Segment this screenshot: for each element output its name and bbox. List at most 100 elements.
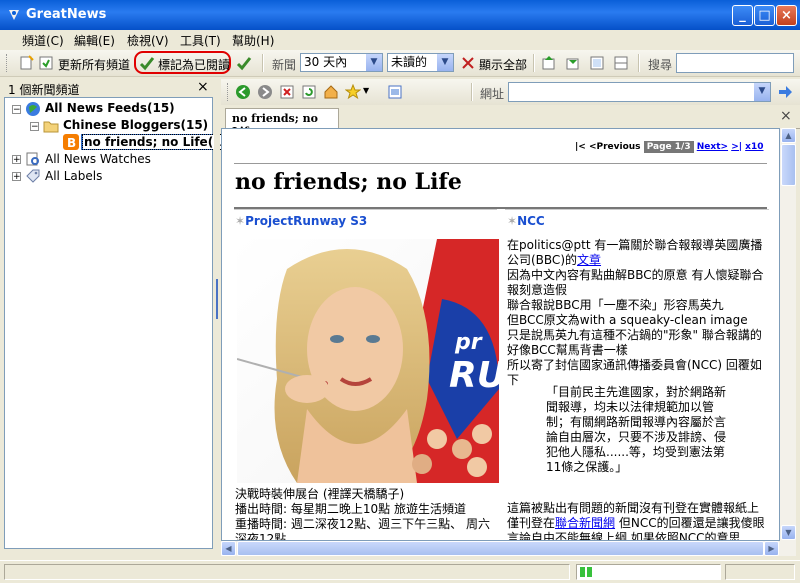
next-item-icon[interactable] [565,55,581,71]
udn-link[interactable]: 聯合新聞網 [555,516,615,530]
pager: |< <Previous Page 1/3 Next> >| x10 [575,141,764,153]
article-link[interactable]: 文章 [577,253,601,267]
toolbar-separator [638,54,640,72]
tree-item-all-feeds[interactable]: All News Feeds(15) [45,101,175,115]
panel-splitter[interactable] [214,79,220,549]
browser-tabs: no friends; no Life × [221,106,800,138]
svg-text:RU: RU [449,355,499,396]
expand-icon[interactable]: + [12,155,21,165]
news-label: 新聞 [272,58,297,72]
new-feed-icon[interactable] [18,55,34,71]
pager-next[interactable]: Next> [697,142,728,152]
feeds-tree: − All News Feeds(15) − Chinese Bloggers(… [4,97,238,549]
divider [505,209,769,210]
close-button[interactable]: × [776,5,797,26]
home-icon[interactable] [323,84,339,100]
right-column-heading: ✶NCC [507,214,545,228]
feeds-panel-header: 1 個新聞頻道 × [4,79,213,98]
menu-help[interactable]: 幫助(H) [232,32,274,49]
scroll-down-icon[interactable]: ▼ [781,525,796,540]
paragraph-line: 但BCC原文為with a squeaky-clean image [507,313,748,327]
star-icon[interactable] [345,84,361,100]
article-view: |< <Previous Page 1/3 Next> >| x10 no fr… [221,128,780,541]
paragraph: 在politics@ptt 有一篇關於聯合報報導英國廣播公司(BBC)的文章 [507,238,769,268]
feed-count: 1 個新聞頻道 [8,83,80,97]
right-heading-text: NCC [517,214,545,228]
paragraph-line: 只是說馬英九有這種不沾鍋的"形象" 聯合報講的好像BCC幫馬背書一樣 [507,328,762,357]
toolbar-grip [6,54,10,72]
status-value: 未讀的 [391,55,428,69]
caption-line: 播出時間: 每星期二晚上10點 旅遊生活頻道 [235,502,466,516]
close-icon[interactable]: × [197,79,209,95]
mark-read-button[interactable]: 標記為已閱讀 [158,56,230,73]
address-input[interactable]: ▼ [508,82,771,102]
mark-all-read-icon[interactable] [236,55,252,71]
show-all-button[interactable]: 顯示全部 [479,56,527,73]
menu-channel[interactable]: 頻道(C) [22,32,64,49]
page-icon[interactable] [387,84,403,100]
tree-item-chinese-bloggers[interactable]: Chinese Bloggers(15) [63,118,208,132]
period-select[interactable]: 30 天內 ▼ [300,53,383,72]
toolbar-grip [227,83,231,101]
stop-icon[interactable] [279,84,295,100]
right-column-body-2: 這篇被點出有問題的新聞沒有刊登在實體報紙上 僅刊登在聯合新聞網 但NCC的回覆還… [507,501,769,540]
close-icon[interactable]: × [780,108,792,124]
left-column-caption: 決戰時裝伸展台 (裡譯天橋驕子) 播出時間: 每星期二晚上10點 旅遊生活頻道 … [235,487,493,541]
menu-tools[interactable]: 工具(T) [180,32,221,49]
go-icon[interactable] [777,84,793,100]
forward-icon[interactable] [257,84,273,100]
tree-item-all-labels[interactable]: All Labels [45,169,102,183]
caption-line: 決戰時裝伸展台 (裡譯天橋驕子) [235,487,405,501]
tab-no-friends[interactable]: no friends; no Life [225,108,339,138]
search-input[interactable] [676,53,794,73]
update-all-button[interactable]: 更新所有頻道 [58,56,130,73]
menu-edit[interactable]: 編輯(E) [74,32,115,49]
menu-view[interactable]: 檢視(V) [127,32,169,49]
divider [234,163,767,164]
status-select[interactable]: 未讀的 ▼ [387,53,454,72]
chevron-down-icon: ▼ [754,83,770,101]
globe-icon [26,102,40,116]
ncc-quote: 「目前民主先進國家，對於網路新聞報導，均未以法律規範加以管制；有關網路新聞報導內… [546,385,727,474]
pager-current: Page 1/3 [643,141,694,153]
paragraph-text: 在politics@ptt 有一篇關於聯合報報導英國廣播公司(BBC)的 [507,238,763,267]
checkmark-icon [139,57,155,71]
scroll-left-icon[interactable]: ◀ [221,541,236,556]
splitter-grip [216,279,218,319]
collapse-icon[interactable]: − [12,105,21,115]
pager-previous[interactable]: |< <Previous [575,142,641,152]
view-icon[interactable] [589,55,605,71]
blogger-icon: B [63,134,79,150]
paragraph-text: 但NCC的回覆還是讓我傻眼 [615,516,765,530]
chevron-down-icon: ▼ [437,54,453,71]
progress-bar [576,564,721,580]
pager-last[interactable]: >| [731,142,742,152]
scroll-right-icon[interactable]: ▶ [764,541,779,556]
toolbar-separator [471,83,473,101]
paragraph-line: 因為中文內容有點曲解BBC的原意 有人懷疑聯合報刻意造假 [507,268,764,297]
back-icon[interactable] [235,84,251,100]
svg-text:pr: pr [454,330,483,355]
caption-line: 重播時間: 週二深夜12點、週三下午三點、 周六深夜12點 [235,517,490,541]
chevron-down-icon[interactable]: ▼ [363,86,369,95]
horizontal-scrollbar[interactable]: ◀ ▶ [221,541,796,556]
scroll-up-icon[interactable]: ▲ [781,128,796,143]
browser-toolbar: ▼ 網址 ▼ [221,79,800,105]
minimize-button[interactable]: _ [732,5,753,26]
collapse-icon[interactable]: − [30,122,39,132]
chevron-down-icon: ▼ [366,54,382,71]
search-label: 搜尋 [648,58,673,72]
expand-icon[interactable]: + [12,172,21,182]
refresh-icon[interactable] [301,84,317,100]
scroll-thumb[interactable] [781,144,796,186]
layout-icon[interactable] [613,55,629,71]
svg-text:B: B [67,136,76,150]
main-toolbar: 更新所有頻道 標記為已閱讀 新聞 30 天內 ▼ 未讀的 ▼ 顯示全部 搜尋 [0,50,800,77]
tree-item-news-watches[interactable]: All News Watches [45,152,151,166]
scroll-thumb[interactable] [237,541,764,556]
previous-item-icon[interactable] [541,55,557,71]
vertical-scrollbar[interactable]: ▲ ▼ [780,128,796,541]
pager-x10[interactable]: x10 [745,142,763,152]
maximize-button[interactable]: □ [754,5,775,26]
toolbar-separator [533,54,535,72]
